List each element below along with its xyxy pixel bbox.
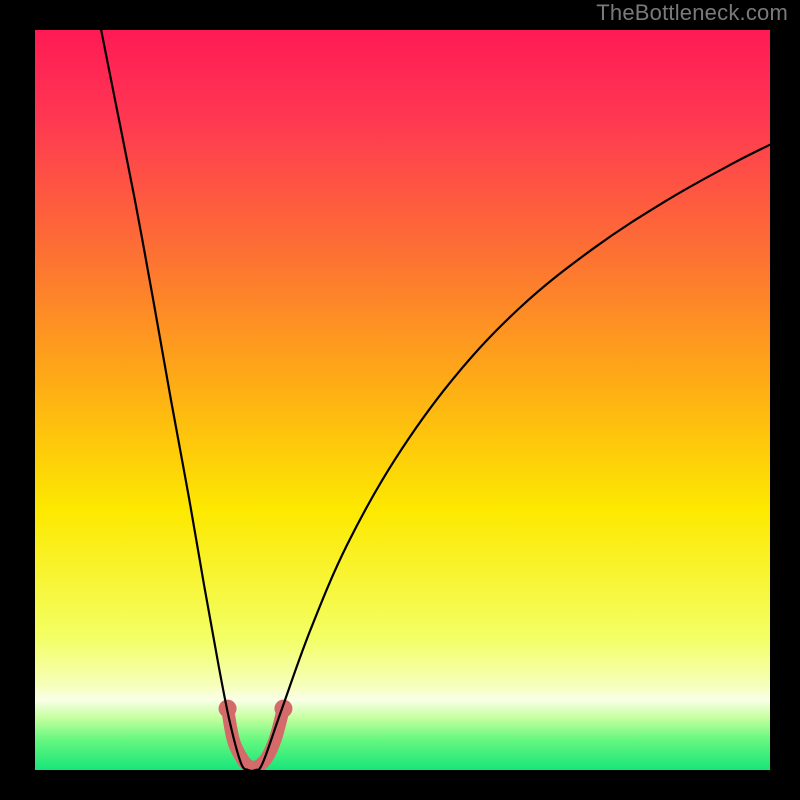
gradient-background	[35, 30, 770, 770]
bottleneck-chart	[0, 0, 800, 800]
watermark-text: TheBottleneck.com	[596, 0, 788, 26]
